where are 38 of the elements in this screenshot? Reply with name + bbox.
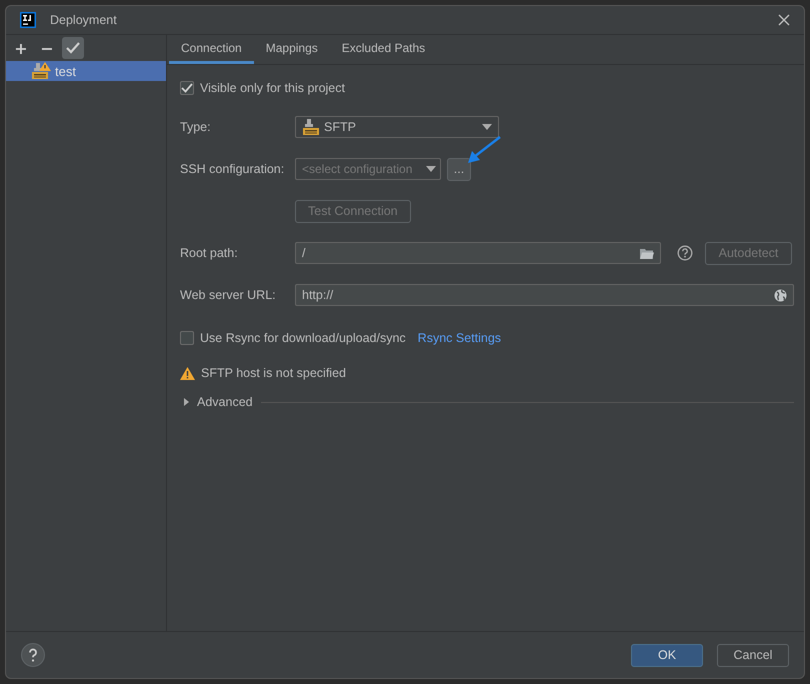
checkmark-icon	[66, 42, 80, 54]
folder-icon	[640, 248, 654, 258]
browse-button[interactable]: ...	[447, 158, 471, 180]
add-button[interactable]: +	[10, 37, 32, 59]
help-icon[interactable]	[21, 643, 45, 667]
web-server-url-field[interactable]: http://	[295, 284, 794, 306]
server-item[interactable]: test	[6, 61, 166, 81]
app-logo-icon	[20, 12, 36, 28]
tab[interactable]: Excluded Paths	[330, 35, 438, 64]
field-label: Web server URL:	[180, 288, 277, 302]
sftp-icon	[302, 119, 320, 135]
checkbox-label: Use Rsync for download/upload/sync	[200, 331, 406, 345]
warning-icon	[180, 366, 195, 380]
cancel-button[interactable]: Cancel	[717, 644, 789, 666]
tab[interactable]: Mappings	[254, 35, 330, 64]
warning-message: SFTP host is not specified	[201, 366, 346, 380]
window-title: Deployment	[50, 13, 118, 27]
expand-icon[interactable]	[184, 398, 189, 406]
section-title[interactable]: Advanced	[197, 395, 253, 409]
type-dropdown[interactable]: SFTP	[295, 116, 499, 138]
field-label: Type:	[180, 120, 212, 134]
ok-button[interactable]: OK	[631, 644, 703, 666]
rsync-settings-link[interactable]: Rsync Settings	[418, 331, 502, 345]
caret-icon	[482, 124, 492, 130]
field-label: SSH configuration:	[180, 162, 286, 176]
close-icon[interactable]	[778, 14, 790, 26]
check-button[interactable]	[62, 37, 84, 59]
caret-icon	[426, 166, 436, 172]
globe-icon	[774, 288, 787, 302]
checkbox[interactable]	[180, 331, 194, 345]
arrow-icon	[466, 135, 502, 165]
root-path-field[interactable]: /	[295, 242, 661, 264]
help-icon[interactable]	[677, 245, 693, 261]
field-label: Root path:	[180, 246, 239, 260]
checkbox[interactable]	[180, 81, 194, 95]
remove-button[interactable]: −	[36, 37, 58, 59]
tab[interactable]: Connection	[169, 35, 254, 64]
checkbox-label: Visible only for this project	[200, 81, 345, 95]
